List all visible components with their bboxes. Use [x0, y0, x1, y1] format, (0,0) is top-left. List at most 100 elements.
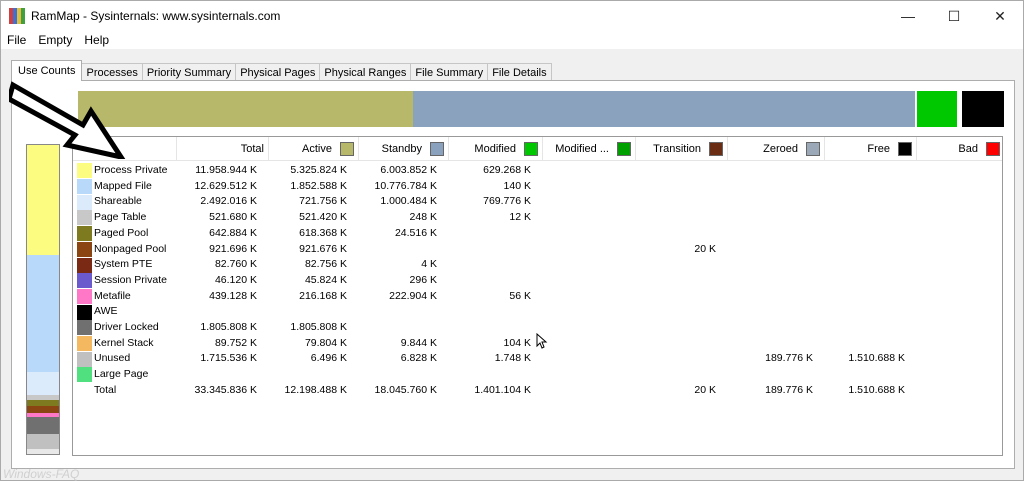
row-name-label: Nonpaged Pool [94, 242, 167, 255]
value-cell: 1.805.808 K [290, 321, 347, 333]
vertical-bar-segment [27, 145, 59, 256]
table-row[interactable]: AWE [73, 304, 1002, 320]
row-color-swatch [77, 351, 92, 367]
table-row[interactable]: Total 33.345.836 K 12.198.488 K 18.045.760 … [73, 383, 1002, 399]
value-cell: 921.676 K [299, 242, 347, 255]
value-cell [815, 226, 905, 242]
row-name-label: Total [94, 383, 117, 396]
tab-use-counts[interactable]: Use Counts [11, 60, 83, 81]
table-row[interactable]: Nonpaged Pool 921.696 K 921.676 K 20 K [73, 241, 1002, 258]
menu-file[interactable]: File [1, 33, 32, 47]
value-cell: 769.776 K [483, 195, 531, 208]
value-cell [534, 304, 624, 320]
row-color-swatch [77, 320, 92, 336]
column-header[interactable]: Bad [917, 137, 1004, 161]
title-bar[interactable]: RamMap - Sysinternals: www.sysinternals.… [1, 1, 1023, 31]
maximize-button[interactable]: ☐ [931, 1, 977, 31]
value-cell [441, 273, 531, 289]
table-row[interactable]: Paged Pool 642.884 K 618.368 K 24.516 K [73, 226, 1002, 242]
menu-help[interactable]: Help [78, 33, 115, 47]
value-cell [534, 210, 624, 226]
table-row[interactable]: Session Private 46.120 K 45.824 K 296 K [73, 273, 1002, 289]
value-cell [626, 304, 716, 320]
tab-file-details[interactable]: File Details [487, 63, 552, 81]
table-row[interactable]: Page Table 521.680 K 521.420 K 248 K 12 K [73, 210, 1002, 226]
tab-file-summary[interactable]: File Summary [410, 63, 489, 81]
row-name-cell: Driver Locked [77, 320, 159, 336]
row-name-cell: Mapped File [77, 179, 152, 195]
window-controls: — ☐ ✕ [885, 1, 1023, 31]
row-color-swatch [77, 257, 92, 273]
value-cell: 1.852.588 K [290, 179, 347, 192]
mouse-cursor-icon [536, 333, 548, 349]
table-row[interactable]: Unused 1.715.536 K 6.496 K 6.828 K 1.748 K 18… [73, 351, 1002, 367]
menu-empty[interactable]: Empty [32, 33, 78, 47]
row-color-swatch [77, 163, 92, 179]
tab-physical-pages[interactable]: Physical Pages [235, 63, 321, 81]
value-cell: 79.804 K [304, 336, 347, 349]
column-header[interactable]: Transition [636, 137, 728, 161]
usage-bar-segment [961, 91, 1004, 127]
table-row[interactable]: System PTE 82.760 K 82.756 K 4 K [73, 257, 1002, 273]
value-cell [902, 179, 992, 195]
column-header[interactable]: Free [825, 137, 917, 161]
value-cell [441, 242, 531, 258]
use-counts-table[interactable]: Total Active Standby Modified Modified ... Tr… [72, 136, 1003, 456]
use-counts-panel: Total Active Standby Modified Modified ... Tr… [11, 80, 1015, 469]
value-cell [534, 273, 624, 289]
value-cell: 33.345.836 K [194, 383, 257, 396]
table-header: Total Active Standby Modified Modified ... Tr… [73, 137, 1002, 161]
column-color-swatch [709, 142, 723, 156]
row-name-label: System PTE [94, 258, 153, 271]
value-cell [815, 257, 905, 273]
row-name-cell: Total [77, 383, 116, 399]
value-cell [902, 289, 992, 305]
column-header[interactable]: Total [177, 137, 269, 161]
column-header[interactable]: Standby [359, 137, 449, 161]
value-cell: 82.760 K [214, 258, 257, 271]
value-cell [626, 210, 716, 226]
row-name-label: Kernel Stack [94, 336, 154, 349]
rammap-window: RamMap - Sysinternals: www.sysinternals.… [0, 0, 1024, 481]
value-cell: 921.696 K [209, 242, 257, 255]
watermark: Windows-FAQ [3, 467, 80, 481]
column-header[interactable]: Modified ... [543, 137, 636, 161]
tab-physical-ranges[interactable]: Physical Ranges [319, 63, 412, 81]
value-cell: 5.325.824 K [290, 164, 347, 176]
table-row[interactable]: Process Private 11.958.944 K 5.325.824 K 6.… [73, 163, 1002, 179]
row-name-cell: Session Private [77, 273, 167, 289]
tab-priority-summary[interactable]: Priority Summary [141, 63, 237, 81]
value-cell [723, 210, 813, 226]
value-cell [723, 367, 813, 383]
column-header[interactable]: Active [269, 137, 359, 161]
close-button[interactable]: ✕ [977, 1, 1023, 31]
vertical-bar-segment [27, 255, 59, 372]
table-row[interactable]: Mapped File 12.629.512 K 1.852.588 K 10.776… [73, 179, 1002, 195]
value-cell [902, 242, 992, 258]
table-row[interactable]: Shareable 2.492.016 K 721.756 K 1.000.484 K… [73, 194, 1002, 210]
column-header-label: Transition [653, 143, 701, 155]
value-cell [902, 257, 992, 273]
value-cell [347, 242, 437, 258]
annotation-arrow-icon [9, 81, 126, 159]
tab-strip: Use Counts Processes Priority Summary Ph… [11, 60, 552, 81]
column-header-label: Active [302, 143, 332, 155]
row-color-swatch [77, 273, 92, 289]
value-cell [902, 367, 992, 383]
value-cell [534, 289, 624, 305]
minimize-button[interactable]: — [885, 1, 931, 31]
column-header[interactable]: Zeroed [728, 137, 825, 161]
value-cell [815, 336, 905, 352]
value-cell: 6.003.852 K [380, 164, 437, 176]
usage-bar-segment [413, 91, 915, 127]
table-row[interactable]: Metafile 439.128 K 216.168 K 222.904 K 56 K [73, 288, 1002, 305]
value-cell [815, 304, 905, 320]
value-cell: 642.884 K [209, 226, 257, 239]
column-color-swatch [986, 142, 1000, 156]
table-row[interactable]: Large Page [73, 367, 1002, 383]
value-cell [626, 179, 716, 195]
value-cell [902, 336, 992, 352]
row-color-swatch [77, 179, 92, 195]
column-header[interactable]: Modified [449, 137, 543, 161]
value-cell [347, 320, 437, 336]
